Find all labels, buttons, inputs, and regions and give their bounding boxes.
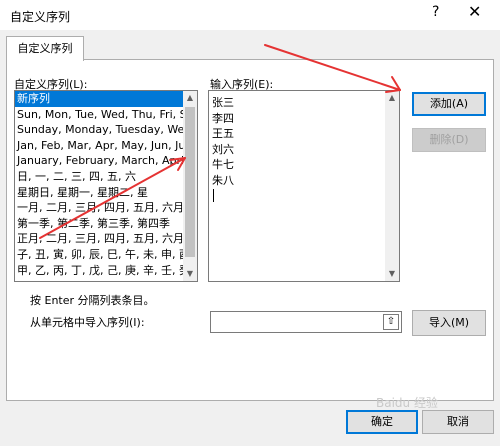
annotation-arrow-line (264, 44, 401, 91)
tab-custom-lists[interactable]: 自定义序列 (6, 36, 84, 61)
annotation-arrow-line (39, 157, 186, 239)
red-annotation-arrows (39, 44, 401, 239)
annotation-arrows (39, 44, 401, 239)
annotation-arrow-line (385, 89, 401, 93)
tab-label: 自定义序列 (17, 42, 73, 55)
